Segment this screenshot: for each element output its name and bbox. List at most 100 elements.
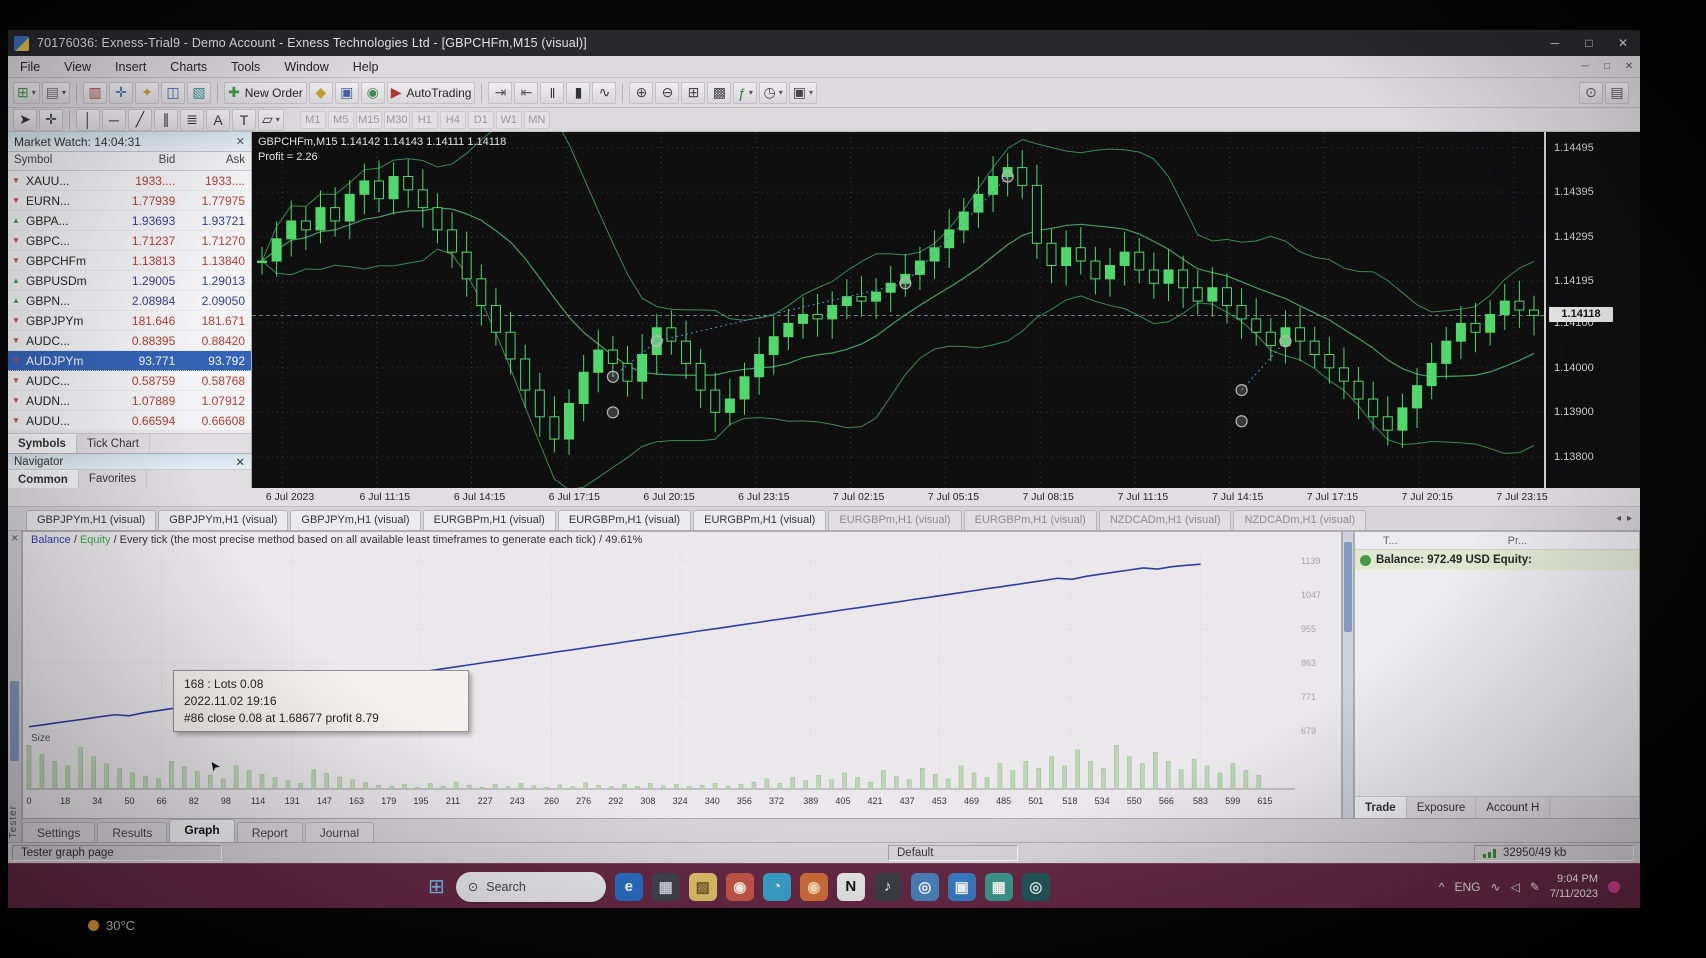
- tester-graph-panel[interactable]: Balance / Equity / Every tick (the most …: [22, 531, 1342, 819]
- chart-window[interactable]: GBPCHFm,M15 1.14142 1.14143 1.14111 1.14…: [252, 132, 1640, 488]
- wifi-icon[interactable]: ∿: [1491, 880, 1501, 894]
- trendline-tool-button[interactable]: ╱: [128, 109, 152, 131]
- child-close-button[interactable]: ✕: [1618, 61, 1640, 72]
- chart-tab[interactable]: EURGBPm,H1 (visual): [693, 510, 826, 530]
- chart-shift-button[interactable]: ⇤: [514, 82, 538, 104]
- weather-widget[interactable]: 30°C: [88, 918, 135, 933]
- cascade-windows-button[interactable]: ▩: [707, 82, 731, 104]
- zoom-out-button[interactable]: ⊖: [655, 82, 679, 104]
- shapes-tool-button[interactable]: ▱▾: [258, 109, 284, 131]
- terminal-tab-trade[interactable]: Trade: [1355, 797, 1407, 818]
- taskbar-photos-icon[interactable]: ▦: [985, 873, 1013, 901]
- tray-language-label[interactable]: ENG: [1455, 880, 1481, 894]
- menu-item-insert[interactable]: Insert: [103, 58, 158, 76]
- market-watch-row[interactable]: ▼GBPC...1.712371.71270: [8, 231, 251, 251]
- taskbar-chrome-icon[interactable]: ◉: [726, 873, 754, 901]
- chart-tab[interactable]: GBPJPYm,H1 (visual): [26, 510, 156, 530]
- fibonacci-tool-button[interactable]: ≣: [180, 109, 204, 131]
- menu-item-file[interactable]: File: [8, 58, 52, 76]
- data-window-button[interactable]: ✛: [109, 82, 133, 104]
- tester-tab-results[interactable]: Results: [97, 822, 167, 842]
- navigator-button[interactable]: ✦: [135, 82, 159, 104]
- market-watch-row[interactable]: ▼AUDJPYm93.77193.792: [8, 351, 251, 371]
- time-axis[interactable]: 6 Jul 20236 Jul 11:156 Jul 14:156 Jul 17…: [8, 488, 1640, 507]
- menu-item-tools[interactable]: Tools: [219, 58, 272, 76]
- cursor-tool-button[interactable]: ➤: [13, 109, 37, 131]
- autotrading-button[interactable]: ▶AutoTrading: [387, 82, 476, 104]
- channel-tool-button[interactable]: ∥: [154, 109, 178, 131]
- terminal-tab-account-h[interactable]: Account H: [1476, 797, 1550, 818]
- bar-chart-button[interactable]: ǁ: [540, 82, 564, 104]
- timeframe-button-d1[interactable]: D1: [468, 111, 494, 129]
- text-tool-button[interactable]: A: [206, 109, 230, 131]
- timeframe-button-h4[interactable]: H4: [440, 111, 466, 129]
- taskbar-store-icon[interactable]: ▣: [948, 873, 976, 901]
- maximize-button[interactable]: □: [1572, 36, 1606, 50]
- scroll-left-icon[interactable]: ◂: [1616, 513, 1621, 524]
- scroll-right-icon[interactable]: ▸: [1627, 513, 1632, 524]
- timeframe-button-m15[interactable]: M15: [356, 111, 382, 129]
- tab-common[interactable]: Common: [8, 470, 79, 488]
- notification-dot[interactable]: [1608, 881, 1620, 893]
- column-ask[interactable]: Ask: [181, 152, 251, 170]
- menu-item-window[interactable]: Window: [272, 58, 340, 76]
- minimize-button[interactable]: ─: [1538, 36, 1572, 50]
- child-restore-button[interactable]: □: [1596, 61, 1618, 72]
- status-connection[interactable]: 32950/49 kb: [1474, 845, 1634, 861]
- taskbar-edge-icon[interactable]: e: [615, 873, 643, 901]
- tile-windows-button[interactable]: ⊞: [681, 82, 705, 104]
- chart-tab[interactable]: NZDCADm,H1 (visual): [1099, 510, 1232, 530]
- terminal-button[interactable]: ◫: [161, 82, 185, 104]
- tester-tab-journal[interactable]: Journal: [305, 822, 374, 842]
- market-watch-row[interactable]: ▼GBPCHFm1.138131.13840: [8, 251, 251, 271]
- taskbar-obs-icon[interactable]: ◎: [1022, 873, 1050, 901]
- tester-left-scrollbar[interactable]: [10, 681, 19, 761]
- periods-button[interactable]: ◷▾: [759, 82, 786, 104]
- menu-item-help[interactable]: Help: [341, 58, 391, 76]
- taskbar-edge-beta-icon[interactable]: ◔: [763, 873, 791, 901]
- tab-symbols[interactable]: Symbols: [8, 434, 77, 453]
- indicators-button[interactable]: ƒ▾: [733, 82, 757, 104]
- pen-icon[interactable]: ✎: [1530, 880, 1540, 894]
- candlestick-chart[interactable]: GBPCHFm,M15 1.14142 1.14143 1.14111 1.14…: [252, 132, 1544, 488]
- taskbar-explorer-icon[interactable]: ▨: [689, 873, 717, 901]
- market-watch-row[interactable]: ▲GBPUSDm1.290051.29013: [8, 271, 251, 291]
- menu-item-view[interactable]: View: [52, 58, 103, 76]
- status-profile[interactable]: Default: [888, 845, 1018, 861]
- chart-tab[interactable]: EURGBPm,H1 (visual): [558, 510, 691, 530]
- tab-tick-chart[interactable]: Tick Chart: [77, 434, 150, 453]
- tester-tab-graph[interactable]: Graph: [169, 819, 234, 842]
- tester-vertical-scrollbar[interactable]: [1342, 531, 1354, 819]
- menu-item-charts[interactable]: Charts: [158, 58, 219, 76]
- child-minimize-button[interactable]: ─: [1574, 61, 1596, 72]
- market-watch-row[interactable]: ▲GBPN...2.089842.09050: [8, 291, 251, 311]
- vertical-line-tool-button[interactable]: │: [76, 109, 100, 131]
- terminal-tab-exposure[interactable]: Exposure: [1407, 797, 1477, 818]
- timeframe-button-m5[interactable]: M5: [328, 111, 354, 129]
- chart-tab[interactable]: EURGBPm,H1 (visual): [423, 510, 556, 530]
- tray-chevron-icon[interactable]: ^: [1439, 880, 1445, 894]
- close-button[interactable]: ✕: [1606, 36, 1640, 50]
- new-chart-button[interactable]: ⊞▾: [13, 82, 40, 104]
- tab-favorites[interactable]: Favorites: [79, 470, 147, 488]
- label-tool-button[interactable]: T: [232, 109, 256, 131]
- timeframe-button-mn[interactable]: MN: [524, 111, 550, 129]
- profiles-button[interactable]: ▤▾: [42, 82, 70, 104]
- tester-tab-report[interactable]: Report: [237, 822, 303, 842]
- market-watch-row[interactable]: ▼AUDU...0.665940.66608: [8, 411, 251, 431]
- autoscroll-button[interactable]: ⇥: [488, 82, 512, 104]
- taskbar-clock[interactable]: 9:04 PM 7/11/2023: [1550, 872, 1598, 901]
- tester-tab-settings[interactable]: Settings: [22, 822, 95, 842]
- navigator-close-icon[interactable]: ✕: [235, 455, 245, 469]
- taskbar-firefox-icon[interactable]: ◉: [800, 873, 828, 901]
- tester-close-icon[interactable]: ✕: [11, 533, 19, 544]
- taskbar-widgets-icon[interactable]: ▦: [652, 873, 680, 901]
- search-icon-button[interactable]: ⊙: [1579, 82, 1603, 104]
- market-watch-row[interactable]: ▼XAUU...1933....1933....: [8, 171, 251, 191]
- column-bid[interactable]: Bid: [112, 152, 182, 170]
- timeframe-button-m30[interactable]: M30: [384, 111, 410, 129]
- crosshair-tool-button[interactable]: ✛: [39, 109, 63, 131]
- market-watch-button[interactable]: ▥: [83, 82, 107, 104]
- expert-advisors-button[interactable]: ▣: [335, 82, 359, 104]
- horizontal-line-tool-button[interactable]: ─: [102, 109, 126, 131]
